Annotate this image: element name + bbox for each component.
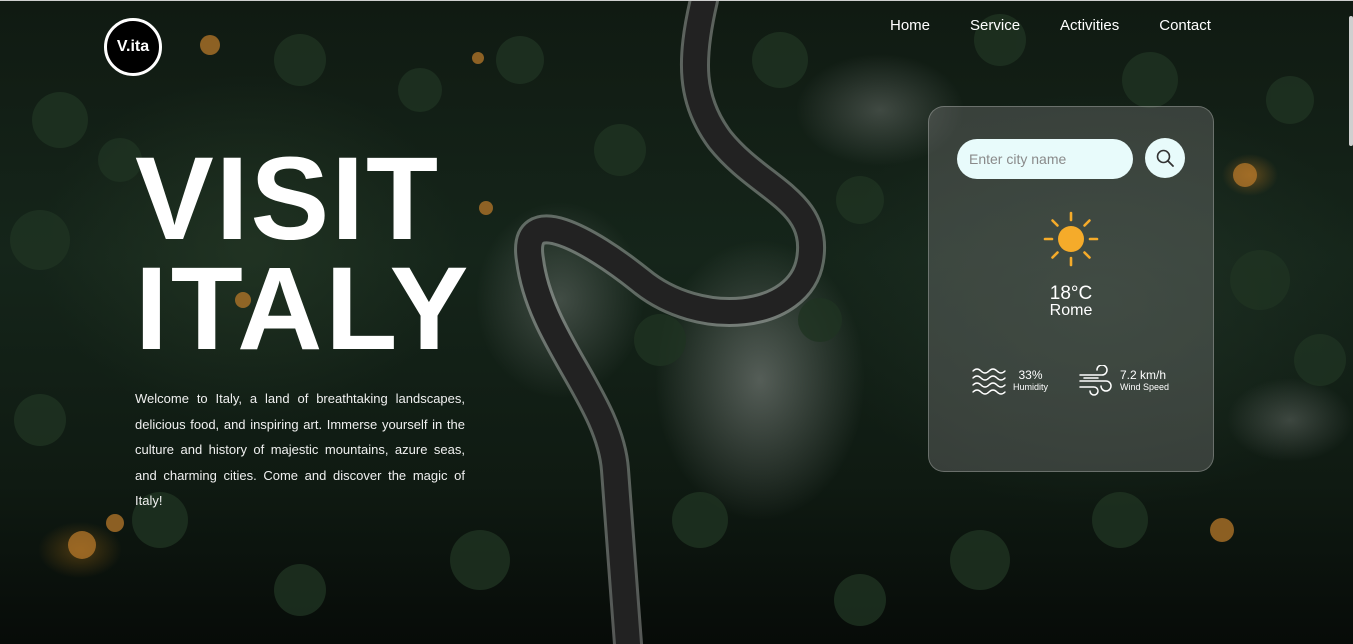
main-nav: Home Service Activities Contact (870, 17, 1231, 34)
wind-icon (1079, 365, 1112, 396)
nav-activities-link[interactable]: Activities (1040, 17, 1139, 34)
hero-title-line-2: ITALY (135, 243, 472, 375)
nav-contact-link[interactable]: Contact (1139, 17, 1231, 34)
top-border-line (0, 0, 1353, 1)
nav-service-link[interactable]: Service (950, 17, 1040, 34)
logo-text: V.ita (116, 38, 150, 55)
scrollbar-thumb[interactable] (1349, 16, 1353, 146)
sun-icon (1043, 211, 1099, 267)
hero-description: Welcome to Italy, a land of breathtaking… (135, 391, 465, 508)
nav-home-link[interactable]: Home (870, 17, 950, 34)
weather-card: 18°C Rome 33% Humidity 7.2 km/h (928, 106, 1214, 472)
wind-speed-label: Wind Speed (1120, 382, 1170, 392)
humidity-waves-icon (972, 368, 1006, 395)
search-button[interactable] (1145, 138, 1185, 178)
humidity-value: 33% (1018, 368, 1043, 382)
city-name: Rome (1049, 302, 1093, 319)
hero-title-line-1: VISIT (135, 133, 441, 265)
wind-speed-value: 7.2 km/h (1120, 368, 1167, 382)
wind-stat: 7.2 km/h Wind Speed (1078, 365, 1169, 397)
search-icon (1156, 149, 1174, 167)
site-logo[interactable]: V.ita (104, 18, 162, 76)
humidity-stat: 33% Humidity (971, 365, 1048, 397)
humidity-label: Humidity (1013, 382, 1049, 392)
city-search-input[interactable] (957, 139, 1133, 179)
